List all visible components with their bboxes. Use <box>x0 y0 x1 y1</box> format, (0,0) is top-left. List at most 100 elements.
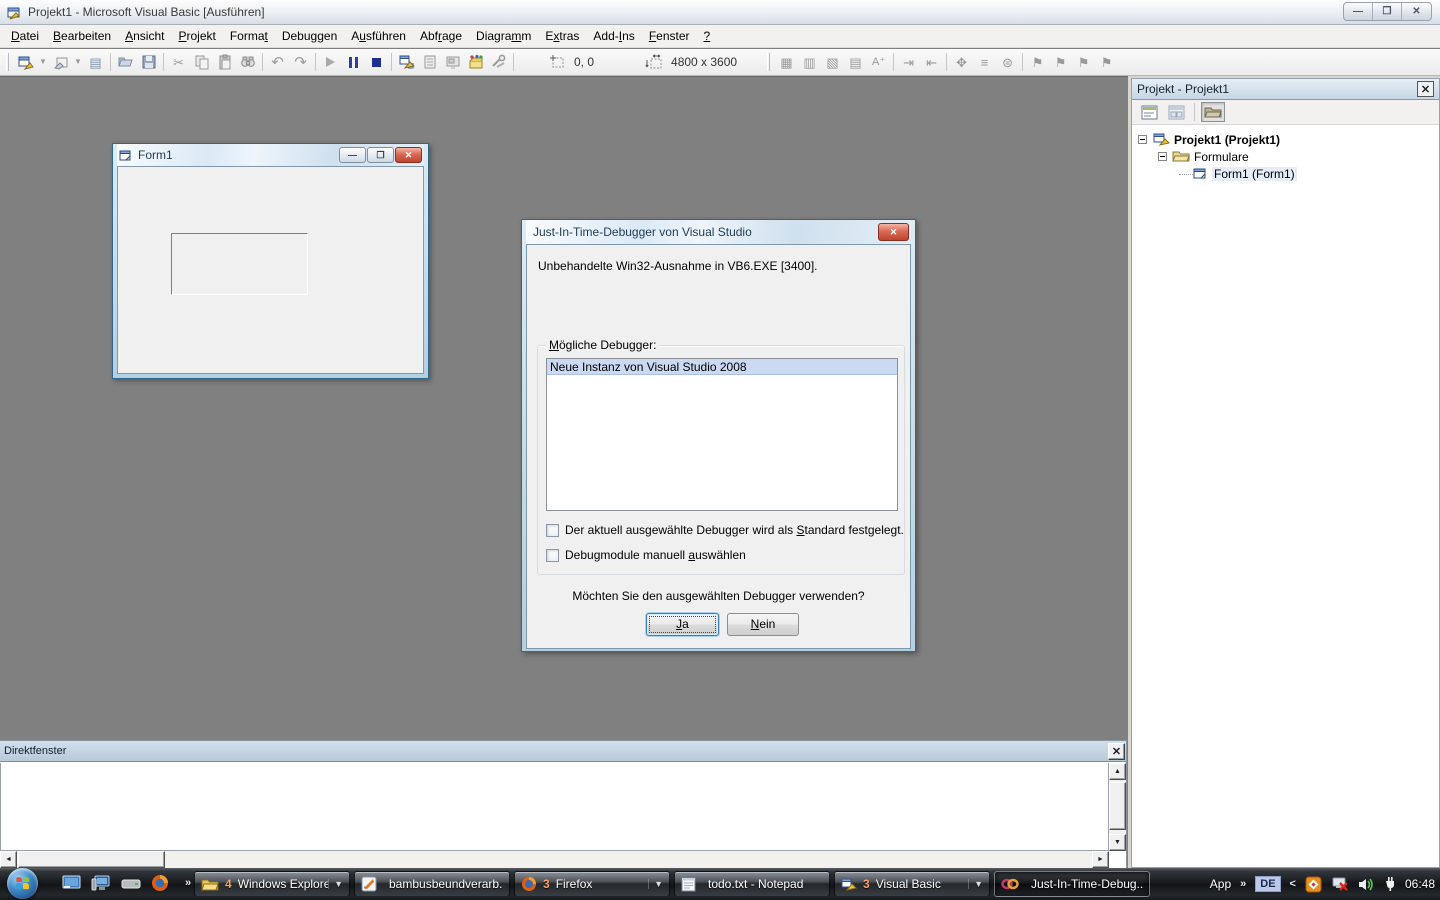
bookmark-toggle-button[interactable]: ⚑ <box>1026 51 1049 73</box>
close-icon[interactable]: ✕ <box>1417 81 1434 97</box>
menu-extras[interactable]: Extras <box>538 26 586 46</box>
debugger-list[interactable]: Neue Instanz von Visual Studio 2008 <box>546 358 898 511</box>
jit-dialog-titlebar[interactable]: Just-In-Time-Debugger von Visual Studio … <box>526 220 911 244</box>
toolbar-grip[interactable] <box>767 53 770 71</box>
end-button[interactable] <box>365 51 388 73</box>
form-layout-button[interactable] <box>441 51 464 73</box>
outdent-button[interactable]: ⇤ <box>920 51 943 73</box>
immediate-window-titlebar[interactable]: Direktfenster ✕ <box>0 740 1126 762</box>
toolbox-button[interactable] <box>464 51 487 73</box>
hscroll-thumb[interactable] <box>18 851 165 868</box>
tree-item-form1[interactable]: Form1 (Form1) <box>1132 165 1439 182</box>
menu-ausfuehren[interactable]: Ausführen <box>344 26 413 46</box>
grid-select-button[interactable]: ▧ <box>821 51 844 73</box>
close-button[interactable]: ✕ <box>878 223 909 241</box>
menu-editor-button[interactable]: ▤ <box>84 51 107 73</box>
show-desktop-icon[interactable] <box>62 875 81 892</box>
lines-button[interactable]: ≡ <box>973 51 996 73</box>
collapse-icon[interactable] <box>1138 135 1147 144</box>
pan-button[interactable]: ✥ <box>950 51 973 73</box>
menu-hilfe[interactable]: ? <box>697 26 718 46</box>
set-default-checkbox-row[interactable]: Der aktuell ausgewählte Debugger wird al… <box>546 523 904 537</box>
menu-ansicht[interactable]: Ansicht <box>118 26 171 46</box>
vscroll-thumb[interactable] <box>1109 782 1126 830</box>
indent-button[interactable]: ⇥ <box>897 51 920 73</box>
properties-window-button[interactable] <box>418 51 441 73</box>
taskbar-button-bambus-document[interactable]: bambusbeundverarb... <box>354 871 510 897</box>
menu-bearbeiten[interactable]: Bearbeiten <box>46 26 118 46</box>
power-plug-tray-icon[interactable] <box>1384 876 1396 892</box>
menu-abfrage[interactable]: Abfrage <box>413 26 469 46</box>
view-code-button[interactable] <box>1137 102 1161 122</box>
firefox-icon[interactable] <box>151 874 169 892</box>
bookmark-next-button[interactable]: ⚑ <box>1049 51 1072 73</box>
view-object-button[interactable] <box>1164 102 1188 122</box>
close-button[interactable]: ✕ <box>395 147 422 163</box>
scroll-down-button[interactable]: ▼ <box>1109 834 1126 851</box>
menu-addins[interactable]: Add-Ins <box>586 26 641 46</box>
tree-item-formulare[interactable]: Formulare <box>1132 148 1439 165</box>
checkbox-icon[interactable] <box>546 549 559 562</box>
menu-datei[interactable]: Datei <box>4 26 46 46</box>
paste-button[interactable] <box>213 51 236 73</box>
find-button[interactable] <box>236 51 259 73</box>
restore-button[interactable]: ❐ <box>1373 3 1402 20</box>
menu-diagramm[interactable]: Diagramm <box>469 26 538 46</box>
jit-debugger-tray-icon[interactable] <box>1305 876 1322 893</box>
undo-button[interactable]: ↶ <box>266 51 289 73</box>
tray-overflow-chevron[interactable]: » <box>1240 878 1246 890</box>
add-form-button[interactable] <box>14 51 37 73</box>
manual-select-checkbox-row[interactable]: Debugmodule manuell auswählen <box>546 548 746 562</box>
list-item[interactable]: Neue Instanz von Visual Studio 2008 <box>547 359 897 375</box>
break-button[interactable] <box>342 51 365 73</box>
font-button[interactable]: A⁺ <box>867 51 890 73</box>
object-browser-button[interactable] <box>487 51 510 73</box>
volume-tray-icon[interactable] <box>1358 877 1375 892</box>
taskbar-clock[interactable]: 06:48 <box>1405 877 1435 891</box>
restore-button[interactable]: ❐ <box>367 147 394 163</box>
vb-main-titlebar[interactable]: Projekt1 - Microsoft Visual Basic [Ausfü… <box>0 0 1440 25</box>
menu-debuggen[interactable]: Debuggen <box>275 26 344 46</box>
cut-button[interactable]: ✂ <box>167 51 190 73</box>
add-project-dropdown[interactable]: ▼ <box>72 51 84 73</box>
clear-breakpoints-button[interactable]: ⊜ <box>996 51 1019 73</box>
open-project-button[interactable] <box>114 51 137 73</box>
external-drive-icon[interactable] <box>121 876 141 890</box>
language-indicator[interactable]: DE <box>1255 876 1280 892</box>
group-dropdown-icon[interactable]: ▼ <box>968 879 983 889</box>
table-view-button[interactable]: ▦ <box>775 51 798 73</box>
nein-button[interactable]: Nein <box>727 613 799 636</box>
copy-button[interactable] <box>190 51 213 73</box>
save-project-button[interactable] <box>137 51 160 73</box>
taskbar-button-windows-explorer[interactable]: 4 Windows Explorer ▼ <box>194 871 350 897</box>
form1-canvas[interactable] <box>117 166 424 374</box>
vertical-scrollbar[interactable]: ▲ ▼ <box>1109 763 1126 851</box>
collapse-icon[interactable] <box>1158 152 1167 161</box>
horizontal-scrollbar[interactable]: ◄ ► <box>0 851 1109 868</box>
immediate-window-content[interactable] <box>0 763 1109 851</box>
quicklaunch-overflow-chevron[interactable]: » <box>185 877 191 889</box>
project-explorer-button[interactable] <box>395 51 418 73</box>
show-panes-button[interactable]: ▥ <box>798 51 821 73</box>
form1-window[interactable]: Form1 — ❐ ✕ <box>112 143 429 379</box>
close-button[interactable]: ✕ <box>1402 3 1431 20</box>
scroll-left-button[interactable]: ◄ <box>0 851 17 868</box>
layer-button[interactable]: ▤ <box>844 51 867 73</box>
toolbar-grip[interactable] <box>6 53 9 71</box>
ja-button[interactable]: Ja <box>646 613 719 636</box>
scroll-right-button[interactable]: ► <box>1092 851 1109 868</box>
taskbar-button-notepad[interactable]: todo.txt - Notepad <box>674 871 830 897</box>
tray-collapse-chevron[interactable]: < <box>1290 878 1296 890</box>
tree-item-project[interactable]: Projekt1 (Projekt1) <box>1132 131 1439 148</box>
group-dropdown-icon[interactable]: ▼ <box>648 879 663 889</box>
taskbar-button-visual-basic[interactable]: 3 Visual Basic ▼ <box>834 871 990 897</box>
form1-shape-control[interactable] <box>171 233 308 295</box>
group-dropdown-icon[interactable]: ▼ <box>328 879 343 889</box>
close-icon[interactable]: ✕ <box>1108 743 1125 760</box>
start-button[interactable] <box>7 868 38 899</box>
start-button[interactable] <box>319 51 342 73</box>
network-error-tray-icon[interactable] <box>1331 876 1349 892</box>
jit-debugger-dialog[interactable]: Just-In-Time-Debugger von Visual Studio … <box>521 219 916 652</box>
add-form-dropdown[interactable]: ▼ <box>37 51 49 73</box>
taskbar-button-jit-debugger[interactable]: Just-In-Time-Debug... <box>994 871 1150 897</box>
